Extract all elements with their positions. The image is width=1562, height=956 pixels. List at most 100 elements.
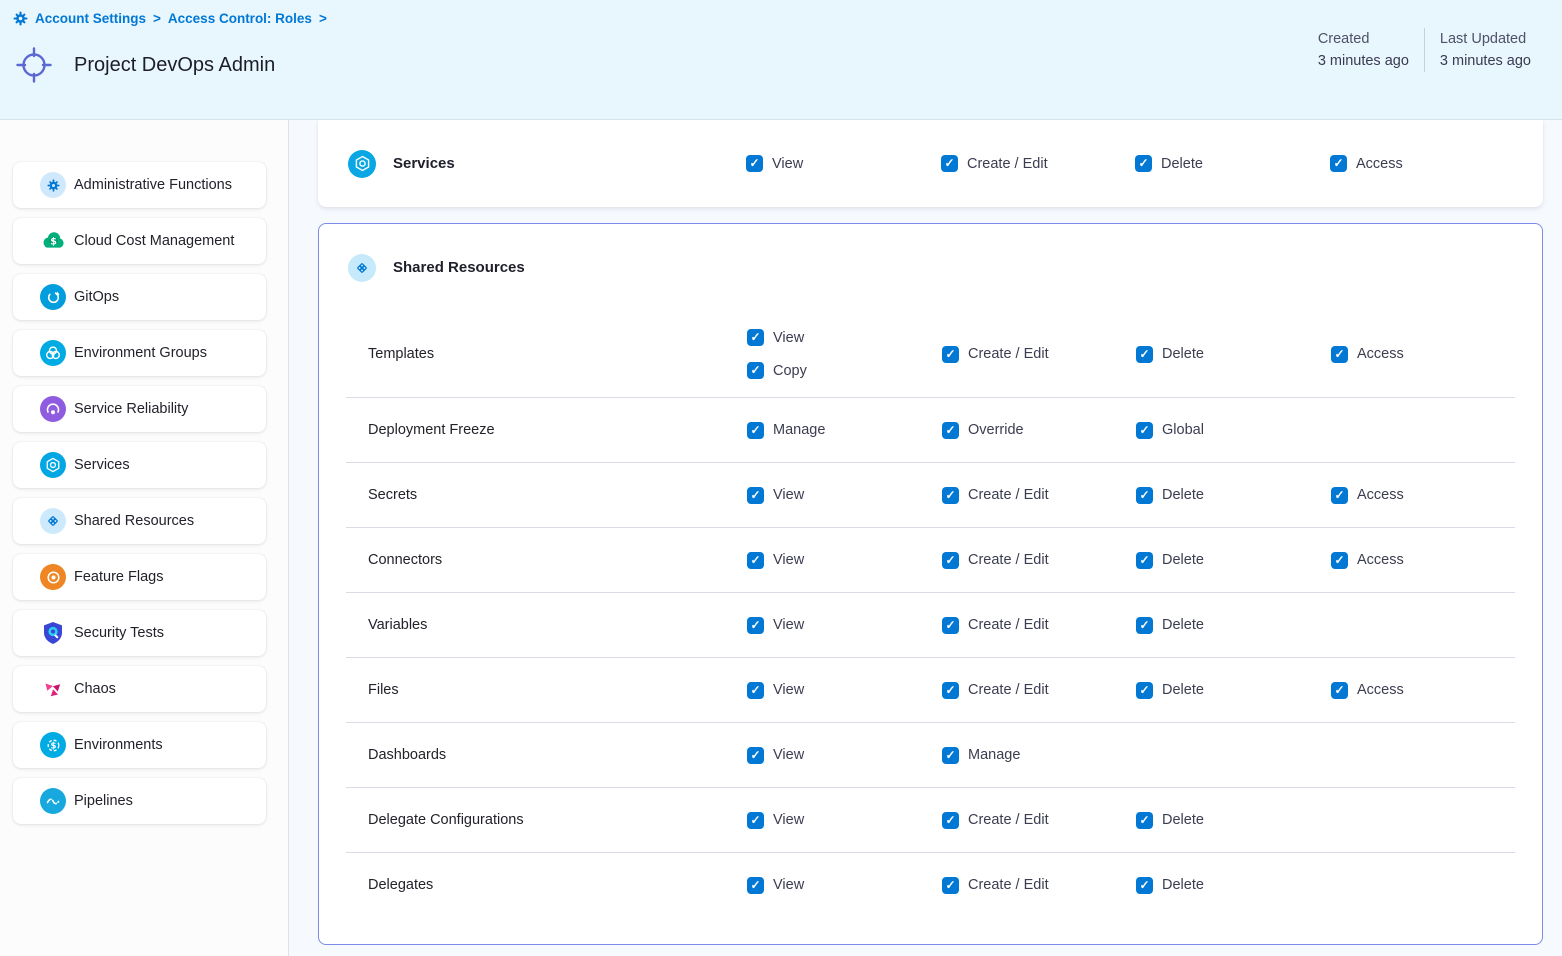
checkbox-checked-icon[interactable]: ✓ <box>747 552 764 569</box>
checkbox-checked-icon[interactable]: ✓ <box>1136 617 1153 634</box>
checkbox-create-edit[interactable]: ✓Create / Edit <box>942 877 1136 894</box>
sidebar-item-shared-resources[interactable]: Shared Resources <box>13 498 266 544</box>
permission-row-connectors: Connectors✓View✓Create / Edit✓Delete✓Acc… <box>346 527 1515 592</box>
resource-label: Delegate Configurations <box>368 812 747 828</box>
checkbox-view[interactable]: ✓View <box>746 155 941 172</box>
security-shield-icon <box>40 620 66 646</box>
checkbox-create-edit[interactable]: ✓Create / Edit <box>942 487 1136 504</box>
checkbox-global[interactable]: ✓Global <box>1136 422 1331 439</box>
checkbox-create-edit[interactable]: ✓Create / Edit <box>942 346 1136 363</box>
sidebar-item-label: Shared Resources <box>74 513 194 529</box>
sidebar-item-feature-flags[interactable]: Feature Flags <box>13 554 266 600</box>
checkbox-access[interactable]: ✓Access <box>1331 346 1515 363</box>
checkbox-access[interactable]: ✓Access <box>1331 552 1515 569</box>
checkbox-access[interactable]: ✓Access <box>1331 487 1515 504</box>
checkbox-view[interactable]: ✓View <box>747 682 942 699</box>
checkbox-view[interactable]: ✓View <box>747 552 942 569</box>
checkbox-delete[interactable]: ✓Delete <box>1136 552 1331 569</box>
checkbox-create-edit[interactable]: ✓Create / Edit <box>941 155 1135 172</box>
sidebar-item-security-tests[interactable]: Security Tests <box>13 610 266 656</box>
checkbox-checked-icon[interactable]: ✓ <box>747 362 764 379</box>
checkbox-copy[interactable]: ✓Copy <box>747 362 942 379</box>
checkbox-checked-icon[interactable]: ✓ <box>747 877 764 894</box>
checkbox-checked-icon[interactable]: ✓ <box>1136 812 1153 829</box>
gear-icon <box>13 11 28 26</box>
checkbox-checked-icon[interactable]: ✓ <box>1331 552 1348 569</box>
checkbox-create-edit[interactable]: ✓Create / Edit <box>942 552 1136 569</box>
checkbox-checked-icon[interactable]: ✓ <box>1136 552 1153 569</box>
shared-resources-card-header: Shared Resources <box>319 224 1542 311</box>
checkbox-checked-icon[interactable]: ✓ <box>747 329 764 346</box>
checkbox-checked-icon[interactable]: ✓ <box>942 747 959 764</box>
checkbox-checked-icon[interactable]: ✓ <box>942 552 959 569</box>
sidebar-item-label: Security Tests <box>74 625 164 641</box>
checkbox-access[interactable]: ✓Access <box>1331 682 1515 699</box>
services-card-title: Services <box>393 155 455 172</box>
checkbox-checked-icon[interactable]: ✓ <box>942 422 959 439</box>
checkbox-view[interactable]: ✓View <box>747 877 942 894</box>
checkbox-checked-icon[interactable]: ✓ <box>942 812 959 829</box>
sidebar-item-environment-groups[interactable]: Environment Groups <box>13 330 266 376</box>
sidebar-item-pipelines[interactable]: Pipelines <box>13 778 266 824</box>
sidebar-item-administrative-functions[interactable]: Administrative Functions <box>13 162 266 208</box>
checkbox-checked-icon[interactable]: ✓ <box>747 617 764 634</box>
checkbox-checked-icon[interactable]: ✓ <box>1136 422 1153 439</box>
sidebar-item-services[interactable]: Services <box>13 442 266 488</box>
checkbox-checked-icon[interactable]: ✓ <box>746 155 763 172</box>
checkbox-create-edit[interactable]: ✓Create / Edit <box>942 682 1136 699</box>
checkbox-checked-icon[interactable]: ✓ <box>747 487 764 504</box>
checkbox-manage[interactable]: ✓Manage <box>747 422 942 439</box>
checkbox-view[interactable]: ✓View <box>747 329 942 346</box>
checkbox-checked-icon[interactable]: ✓ <box>942 682 959 699</box>
checkbox-create-edit[interactable]: ✓Create / Edit <box>942 617 1136 634</box>
checkbox-override[interactable]: ✓Override <box>942 422 1136 439</box>
breadcrumb-link-access-control-roles[interactable]: Access Control: Roles <box>168 11 312 26</box>
checkbox-manage[interactable]: ✓Manage <box>942 747 1136 764</box>
checkbox-checked-icon[interactable]: ✓ <box>942 487 959 504</box>
checkbox-delete[interactable]: ✓Delete <box>1136 682 1331 699</box>
checkbox-checked-icon[interactable]: ✓ <box>1331 682 1348 699</box>
checkbox-checked-icon[interactable]: ✓ <box>1135 155 1152 172</box>
checkbox-checked-icon[interactable]: ✓ <box>1136 682 1153 699</box>
checkbox-checked-icon[interactable]: ✓ <box>1136 346 1153 363</box>
checkbox-checked-icon[interactable]: ✓ <box>747 747 764 764</box>
checkbox-checked-icon[interactable]: ✓ <box>1136 487 1153 504</box>
checkbox-checked-icon[interactable]: ✓ <box>747 422 764 439</box>
checkbox-delete[interactable]: ✓Delete <box>1136 877 1331 894</box>
checkbox-checked-icon[interactable]: ✓ <box>747 812 764 829</box>
sidebar-item-cloud-cost-management[interactable]: $Cloud Cost Management <box>13 218 266 264</box>
sidebar-item-environments[interactable]: $Environments <box>13 722 266 768</box>
resource-label: Connectors <box>368 552 747 568</box>
checkbox-checked-icon[interactable]: ✓ <box>1331 487 1348 504</box>
breadcrumb-link-account-settings[interactable]: Account Settings <box>35 11 146 26</box>
permission-cell: ✓Create / Edit <box>942 682 1136 699</box>
sidebar-item-service-reliability[interactable]: Service Reliability <box>13 386 266 432</box>
checkbox-checked-icon[interactable]: ✓ <box>941 155 958 172</box>
checkbox-delete[interactable]: ✓Delete <box>1136 617 1331 634</box>
checkbox-checked-icon[interactable]: ✓ <box>1330 155 1347 172</box>
checkbox-create-edit[interactable]: ✓Create / Edit <box>942 812 1136 829</box>
checkbox-view[interactable]: ✓View <box>747 747 942 764</box>
checkbox-delete[interactable]: ✓Delete <box>1136 346 1331 363</box>
permission-row-dashboards: Dashboards✓View✓Manage <box>346 722 1515 787</box>
checkbox-checked-icon[interactable]: ✓ <box>942 617 959 634</box>
sidebar-item-chaos[interactable]: Chaos <box>13 666 266 712</box>
checkbox-view[interactable]: ✓View <box>747 812 942 829</box>
checkbox-delete[interactable]: ✓Delete <box>1136 487 1331 504</box>
resource-label: Dashboards <box>368 747 747 763</box>
resource-label: Delegates <box>368 877 747 893</box>
checkbox-checked-icon[interactable]: ✓ <box>747 682 764 699</box>
permission-row-deployment-freeze: Deployment Freeze✓Manage✓Override✓Global <box>346 397 1515 462</box>
sidebar-item-gitops[interactable]: GitOps <box>13 274 266 320</box>
checkbox-checked-icon[interactable]: ✓ <box>1331 346 1348 363</box>
environments-icon: $ <box>40 732 66 758</box>
checkbox-delete[interactable]: ✓Delete <box>1135 155 1330 172</box>
checkbox-view[interactable]: ✓View <box>747 487 942 504</box>
shared-resources-diamond-icon <box>40 508 66 534</box>
checkbox-view[interactable]: ✓View <box>747 617 942 634</box>
checkbox-access[interactable]: ✓Access <box>1330 155 1543 172</box>
checkbox-checked-icon[interactable]: ✓ <box>942 346 959 363</box>
checkbox-checked-icon[interactable]: ✓ <box>942 877 959 894</box>
checkbox-delete[interactable]: ✓Delete <box>1136 812 1331 829</box>
checkbox-checked-icon[interactable]: ✓ <box>1136 877 1153 894</box>
